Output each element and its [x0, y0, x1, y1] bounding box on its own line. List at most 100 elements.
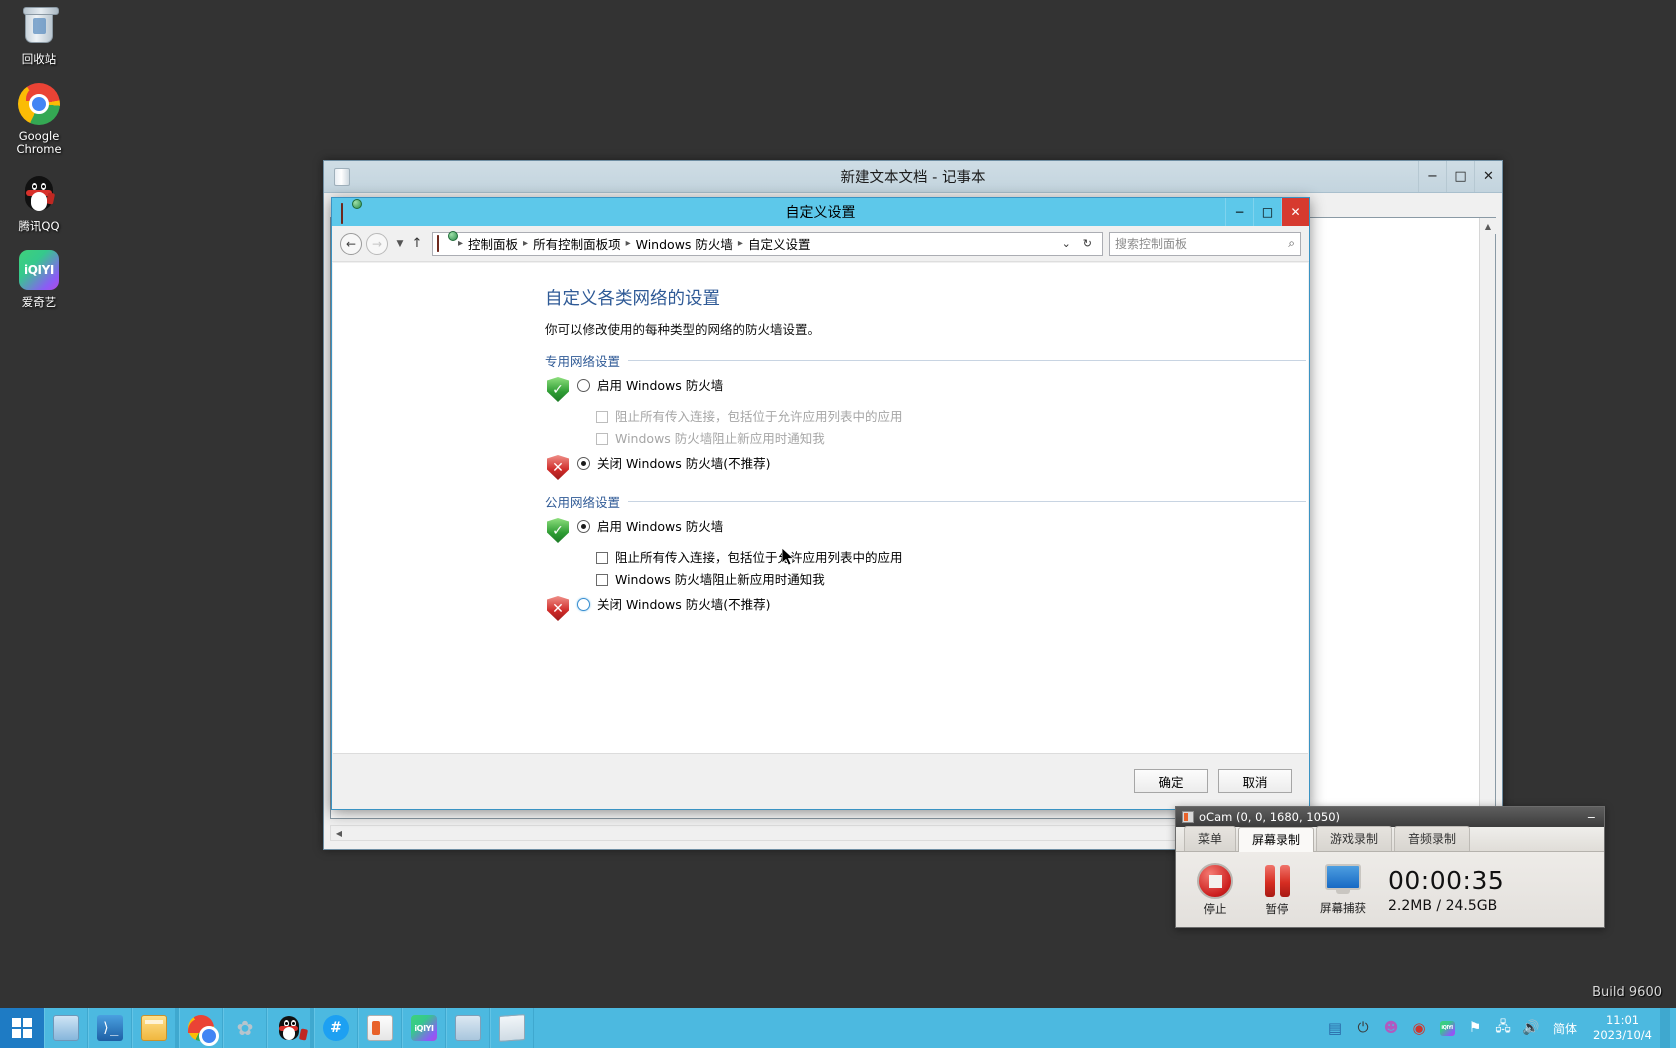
- shield-green-icon: ✓: [545, 376, 571, 404]
- breadcrumb-sep: ▸: [625, 238, 631, 249]
- ocam-tab-screen-record[interactable]: 屏幕录制: [1238, 827, 1315, 852]
- iqiyi-icon: iQIYI: [411, 1015, 437, 1041]
- taskbar-item-notepad[interactable]: [490, 1008, 534, 1048]
- ocam-stop-button[interactable]: 停止: [1184, 863, 1246, 917]
- taskbar[interactable]: ⟩_ ✿ # iQIYI ▤ ⏻ ☻ ◉ iQIYI ⚑ 🖧 🔊 简体 11:0…: [0, 1008, 1676, 1048]
- address-bar[interactable]: ▸ 控制面板 ▸ 所有控制面板项 ▸ Windows 防火墙 ▸ 自定义设置 ⌄…: [432, 231, 1103, 256]
- notepad-vertical-scrollbar[interactable]: ▲: [1479, 218, 1496, 818]
- clock-time: 11:01: [1605, 1013, 1640, 1027]
- scroll-left-icon[interactable]: ◀: [331, 826, 347, 840]
- breadcrumb-sep: ▸: [523, 238, 529, 249]
- search-box[interactable]: 搜索控制面板 ⌕: [1109, 231, 1301, 256]
- ocam-pause-button[interactable]: 暂停: [1246, 863, 1308, 917]
- ocam-tab-audio-record[interactable]: 音频录制: [1394, 826, 1471, 851]
- forward-icon[interactable]: →: [366, 232, 388, 255]
- taskbar-item-app-hash[interactable]: #: [314, 1008, 358, 1048]
- desktop-icon-recycle-bin[interactable]: 回收站: [0, 4, 78, 67]
- taskbar-item-settings[interactable]: ✿: [223, 1008, 267, 1048]
- breadcrumb-control-panel[interactable]: 控制面板: [465, 234, 521, 253]
- private-enable-radio[interactable]: [577, 379, 590, 392]
- taskbar-item-media-app[interactable]: [358, 1008, 402, 1048]
- ocam-minimize-button[interactable]: −: [1587, 811, 1604, 824]
- stop-icon: [1197, 863, 1233, 899]
- private-block-all-row: 阻止所有传入连接，包括位于允许应用列表中的应用: [596, 408, 1308, 426]
- breadcrumb-windows-firewall[interactable]: Windows 防火墙: [633, 234, 736, 253]
- public-network-group: 公用网络设置 ✓ 启用 Windows 防火墙 阻止所有传入连接，包括位于允许应…: [545, 492, 1308, 623]
- taskbar-item-server-manager[interactable]: [44, 1008, 88, 1048]
- recent-pages-chevron-down-icon[interactable]: ▼: [392, 239, 408, 249]
- public-disable-radio[interactable]: [577, 598, 590, 611]
- gear-icon: ✿: [236, 1016, 254, 1040]
- public-notify-row[interactable]: Windows 防火墙阻止新应用时通知我: [596, 571, 1308, 589]
- powershell-icon: ⟩_: [97, 1015, 123, 1041]
- public-enable-radio[interactable]: [577, 520, 590, 533]
- ok-button[interactable]: 确定: [1134, 769, 1208, 793]
- flag-icon[interactable]: ⚑: [1463, 1016, 1487, 1040]
- taskbar-item-tencent-qq[interactable]: [267, 1008, 311, 1048]
- taskbar-item-control-panel[interactable]: [446, 1008, 490, 1048]
- taskbar-item-chrome[interactable]: [179, 1008, 223, 1048]
- ocam-filesize: 2.2MB / 24.5GB: [1388, 897, 1498, 914]
- ocam-controls: 停止 暂停 屏幕捕获 00:00:35 2.2MB / 24.5GB: [1176, 852, 1604, 928]
- address-chevron-down-icon[interactable]: ⌄: [1056, 237, 1077, 250]
- desktop-icon-label: 腾讯QQ: [18, 218, 60, 233]
- network-map-icon[interactable]: ▤: [1323, 1016, 1347, 1040]
- private-notify-checkbox: [596, 433, 608, 445]
- ocam-titlebar[interactable]: oCam (0, 0, 1680, 1050) −: [1176, 807, 1604, 827]
- clock[interactable]: 11:01 2023/10/4: [1585, 1013, 1660, 1043]
- customize-settings-window[interactable]: 自定义设置 − □ ✕ ← → ▼ ↑ ▸ 控制面板 ▸ 所有控制面板项 ▸ W…: [331, 197, 1310, 810]
- search-placeholder: 搜索控制面板: [1115, 237, 1188, 251]
- ocam-window[interactable]: oCam (0, 0, 1680, 1050) − 菜单 屏幕录制 游戏录制 音…: [1175, 806, 1605, 928]
- ocam-tab-menu[interactable]: 菜单: [1184, 826, 1237, 851]
- refresh-icon[interactable]: ↻: [1077, 237, 1098, 250]
- iqiyi-icon: iQIYI: [16, 247, 62, 293]
- volume-icon[interactable]: 🔊: [1519, 1016, 1543, 1040]
- public-disable-label: 关闭 Windows 防火墙(不推荐): [597, 597, 771, 612]
- ime-indicator[interactable]: 简体: [1553, 1020, 1577, 1037]
- taskbar-item-powershell[interactable]: ⟩_: [88, 1008, 132, 1048]
- desktop[interactable]: 回收站 Google Chrome 腾讯QQ iQIYI 爱奇艺 新建文本文档 …: [0, 0, 1676, 1048]
- users-icon[interactable]: ☻: [1379, 1016, 1403, 1040]
- private-network-group: 专用网络设置 ✓ 启用 Windows 防火墙 阻止所有传入连接，包括位于允许应…: [545, 351, 1308, 482]
- address-bar-actions: ⌄ ↻: [1056, 237, 1098, 250]
- search-icon[interactable]: ⌕: [1288, 236, 1295, 251]
- pause-icon: [1264, 863, 1290, 899]
- desktop-icon-tencent-qq[interactable]: 腾讯QQ: [0, 171, 78, 234]
- desktop-icon-label: 爱奇艺: [21, 295, 57, 309]
- ocam-tab-game-record[interactable]: 游戏录制: [1316, 826, 1393, 851]
- dialog-titlebar[interactable]: 自定义设置 − □ ✕: [332, 198, 1309, 226]
- private-enable-row[interactable]: ✓ 启用 Windows 防火墙: [545, 376, 1308, 404]
- scroll-up-icon[interactable]: ▲: [1480, 218, 1496, 234]
- public-enable-row[interactable]: ✓ 启用 Windows 防火墙: [545, 517, 1308, 545]
- private-block-all-label: 阻止所有传入连接，包括位于允许应用列表中的应用: [615, 409, 903, 424]
- network-icon[interactable]: 🖧: [1491, 1016, 1515, 1040]
- breadcrumb-all-items[interactable]: 所有控制面板项: [530, 234, 624, 253]
- private-block-all-checkbox: [596, 411, 608, 423]
- page-title: 自定义各类网络的设置: [545, 289, 720, 309]
- back-icon[interactable]: ←: [340, 232, 362, 255]
- start-button[interactable]: [0, 1008, 44, 1048]
- desktop-icon-iqiyi[interactable]: iQIYI 爱奇艺: [0, 247, 78, 310]
- public-disable-row[interactable]: ✕ 关闭 Windows 防火墙(不推荐): [545, 595, 1308, 623]
- public-block-all-checkbox[interactable]: [596, 552, 608, 564]
- divider: [628, 501, 1306, 502]
- private-disable-row[interactable]: ✕ 关闭 Windows 防火墙(不推荐): [545, 454, 1308, 482]
- breadcrumb-customize-settings[interactable]: 自定义设置: [745, 234, 814, 253]
- iqiyi-tray-icon[interactable]: iQIYI: [1435, 1016, 1459, 1040]
- up-arrow-icon[interactable]: ↑: [408, 236, 426, 251]
- usb-safe-icon[interactable]: ⏻: [1351, 1016, 1375, 1040]
- show-desktop-button[interactable]: [1660, 1008, 1670, 1048]
- hash-icon: #: [323, 1015, 349, 1041]
- private-disable-radio[interactable]: [577, 457, 590, 470]
- desktop-icon-google-chrome[interactable]: Google Chrome: [0, 81, 78, 157]
- notepad-titlebar[interactable]: 新建文本文档 - 记事本 − □ ✕: [324, 161, 1502, 193]
- ocam-pause-label: 暂停: [1265, 902, 1289, 916]
- record-icon[interactable]: ◉: [1407, 1016, 1431, 1040]
- cancel-button[interactable]: 取消: [1218, 769, 1292, 793]
- taskbar-item-file-explorer[interactable]: [132, 1008, 176, 1048]
- divider: [628, 360, 1306, 361]
- public-block-all-row[interactable]: 阻止所有传入连接，包括位于允许应用列表中的应用: [596, 549, 1308, 567]
- public-notify-checkbox[interactable]: [596, 574, 608, 586]
- ocam-capture-button[interactable]: 屏幕捕获: [1308, 864, 1378, 916]
- taskbar-item-iqiyi[interactable]: iQIYI: [402, 1008, 446, 1048]
